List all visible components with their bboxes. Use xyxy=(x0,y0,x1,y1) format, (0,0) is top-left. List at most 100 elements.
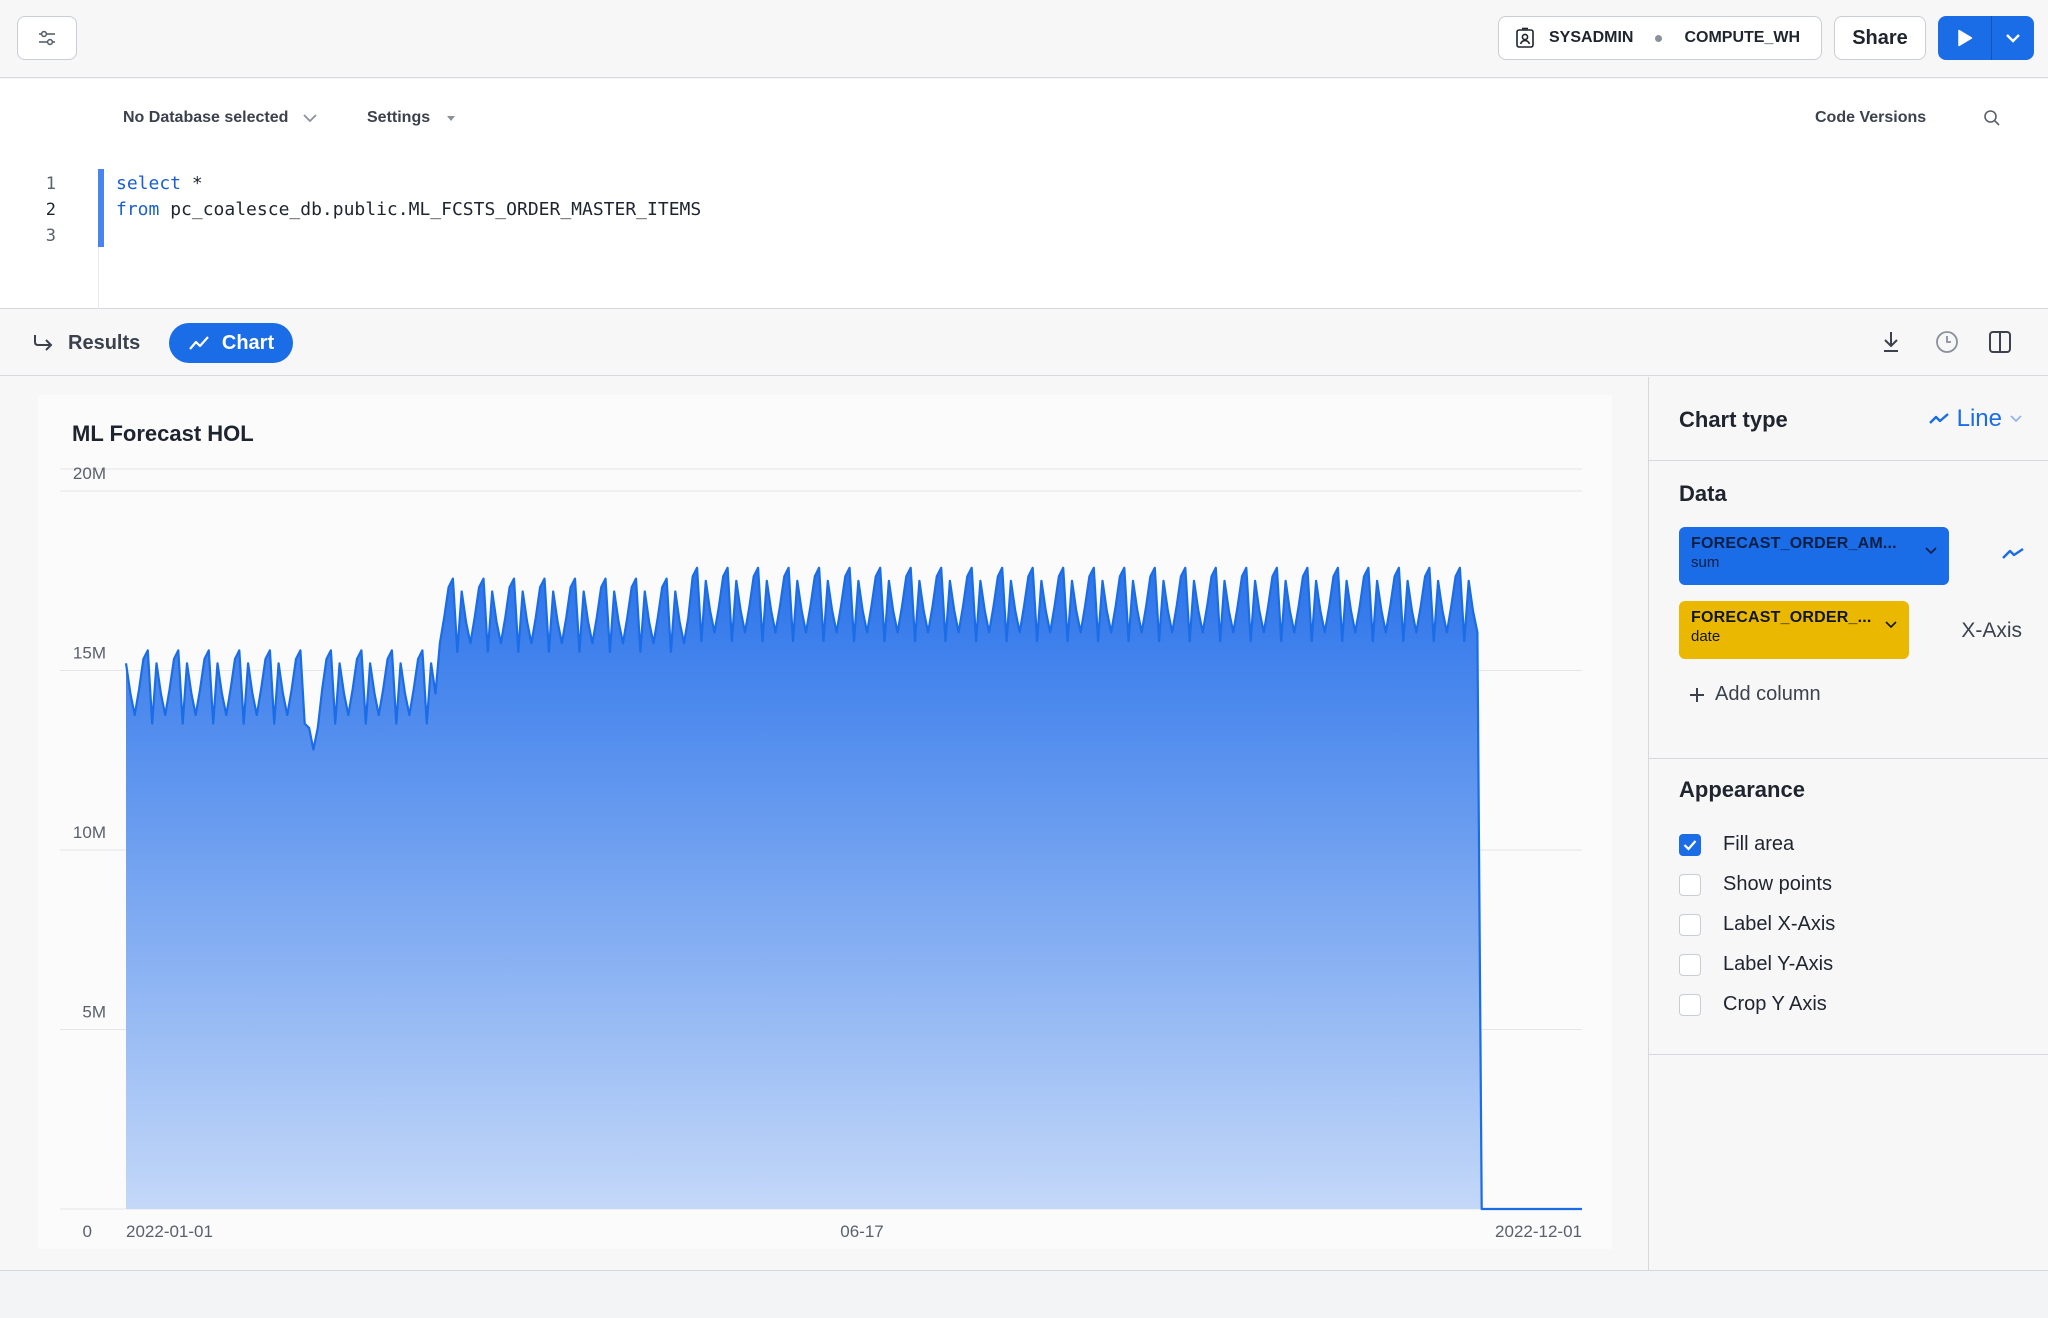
tab-chart[interactable]: Chart xyxy=(169,323,293,363)
chart-type-selector[interactable]: Line xyxy=(1928,405,2022,433)
x-column-aggregation: date xyxy=(1691,628,1721,645)
download-icon xyxy=(1884,332,1898,352)
code-lines[interactable]: select * from pc_coalesce_db.public.ML_F… xyxy=(116,171,701,249)
filter-button[interactable] xyxy=(17,16,77,60)
option-label-y-axis[interactable]: Label Y-Axis xyxy=(1679,953,1833,976)
chart-config-panel: Chart type Line Data FORECAST_ORDER_AM..… xyxy=(1648,377,2048,1270)
y-axis-series-type-button[interactable] xyxy=(2002,547,2024,566)
search-icon xyxy=(1984,110,2000,126)
option-show-points[interactable]: Show points xyxy=(1679,873,1832,896)
y-tick-label: 20M xyxy=(73,464,106,483)
line-chart-icon xyxy=(189,336,209,350)
crop-y-axis-checkbox[interactable] xyxy=(1679,993,1701,1016)
database-selector-label: No Database selected xyxy=(123,109,289,126)
plus-icon xyxy=(1690,687,1704,702)
option-label: Label X-Axis xyxy=(1723,913,1836,935)
run-options-dropdown[interactable] xyxy=(1992,16,2034,60)
data-section-divider xyxy=(1649,758,2048,759)
separator-dot xyxy=(1655,34,1663,42)
chart-card: ML Forecast HOL 0 5M 10M 15M 20M 2022-01-01 0… xyxy=(38,395,1612,1249)
series-area xyxy=(126,567,1582,1209)
tab-results-label: Results xyxy=(68,331,141,354)
chart-type-section: Chart type Line xyxy=(1649,377,2048,461)
y-tick-label: 0 xyxy=(83,1222,92,1241)
result-tabs-bar: Results Chart xyxy=(0,310,2048,376)
code-line-1: select * xyxy=(116,171,701,197)
statement-marker xyxy=(98,169,104,247)
chevron-down-icon xyxy=(303,114,318,123)
code-text: pc_coalesce_db.public.ML_FCSTS_ORDER_MAS… xyxy=(159,199,702,220)
editor-toolbar: No Database selected Settings Code Versi… xyxy=(0,79,2048,161)
code-text: * xyxy=(181,173,203,194)
line-number: 3 xyxy=(45,226,56,246)
label-y-axis-checkbox[interactable] xyxy=(1679,953,1701,976)
option-label: Crop Y Axis xyxy=(1723,993,1827,1015)
add-column-label: Add column xyxy=(1715,683,1821,705)
split-panel-icon xyxy=(1989,331,2011,353)
chart-type-heading: Chart type xyxy=(1679,407,1788,432)
option-fill-area[interactable]: Fill area xyxy=(1679,833,1794,856)
editor-search-button[interactable] xyxy=(1983,109,2001,132)
x-tick-label: 06-17 xyxy=(840,1222,883,1241)
line-number: 2 xyxy=(45,200,56,220)
toggle-panel-button[interactable] xyxy=(1988,330,2012,359)
x-tick-label: 2022-12-01 xyxy=(1495,1222,1582,1241)
clock-icon xyxy=(1936,331,1958,353)
x-column-pill[interactable]: FORECAST_ORDER_... date xyxy=(1679,601,1909,659)
run-button[interactable] xyxy=(1938,16,1992,60)
tab-results[interactable]: Results xyxy=(32,323,140,363)
add-column-button[interactable]: Add column xyxy=(1689,683,1821,706)
return-arrow-icon xyxy=(34,335,53,351)
chevron-down-icon xyxy=(2010,415,2022,423)
y-tick-label: 5M xyxy=(82,1003,106,1022)
caret-down-icon xyxy=(447,115,456,121)
appearance-section-divider xyxy=(1649,1054,2048,1055)
y-column-pill[interactable]: FORECAST_ORDER_AM... sum xyxy=(1679,527,1949,585)
line-number: 1 xyxy=(45,174,56,194)
chevron-down-icon xyxy=(1925,547,1937,555)
sql-editor[interactable]: No Database selected Settings Code Versi… xyxy=(0,79,2048,309)
download-button[interactable] xyxy=(1880,330,1902,359)
user-badge-icon xyxy=(1516,27,1534,48)
top-bar: SYSADMIN COMPUTE_WH Share xyxy=(0,0,2048,78)
label-x-axis-checkbox[interactable] xyxy=(1679,913,1701,936)
share-button[interactable]: Share xyxy=(1834,16,1926,60)
show-points-checkbox[interactable] xyxy=(1679,873,1701,896)
y-column-name: FORECAST_ORDER_AM... xyxy=(1691,535,1897,552)
status-footer xyxy=(0,1270,2048,1318)
y-tick-labels: 0 5M 10M 15M 20M xyxy=(73,464,106,1241)
y-column-aggregation: sum xyxy=(1691,554,1720,571)
y-tick-label: 10M xyxy=(73,823,106,842)
option-label-x-axis[interactable]: Label X-Axis xyxy=(1679,913,1835,936)
area-chart[interactable]: 0 5M 10M 15M 20M 2022-01-01 06-17 2022-12-01 xyxy=(38,395,1612,1249)
line-chart-icon xyxy=(2002,548,2024,559)
chart-type-value: Line xyxy=(1956,405,2002,432)
appearance-heading: Appearance xyxy=(1679,777,1805,802)
option-label: Show points xyxy=(1723,873,1832,895)
x-column-name: FORECAST_ORDER_... xyxy=(1691,609,1872,626)
x-tick-labels: 2022-01-01 06-17 2022-12-01 xyxy=(126,1222,1582,1241)
run-button-group xyxy=(1938,16,2034,60)
play-icon xyxy=(1957,29,1972,47)
option-crop-y-axis[interactable]: Crop Y Axis xyxy=(1679,993,1827,1016)
settings-label: Settings xyxy=(367,109,431,126)
x-axis-label: X-Axis xyxy=(1961,619,2022,642)
query-history-button[interactable] xyxy=(1935,330,1959,359)
line-chart-icon xyxy=(1928,413,1949,424)
option-label: Label Y-Axis xyxy=(1723,953,1834,975)
sql-keyword: from xyxy=(116,199,160,220)
data-heading: Data xyxy=(1679,481,1727,506)
fill-area-checkbox[interactable] xyxy=(1679,833,1701,856)
x-tick-label: 2022-01-01 xyxy=(126,1222,213,1241)
check-icon xyxy=(1683,839,1697,851)
chevron-down-icon xyxy=(2006,34,2020,43)
role-warehouse-selector[interactable]: SYSADMIN COMPUTE_WH xyxy=(1498,16,1822,60)
option-label: Fill area xyxy=(1723,833,1795,855)
warehouse-label: COMPUTE_WH xyxy=(1684,29,1801,46)
settings-dropdown[interactable]: Settings xyxy=(367,109,456,127)
code-versions-button[interactable]: Code Versions xyxy=(1815,109,1926,127)
line-number-gutter: 1 2 3 xyxy=(0,171,98,249)
database-selector[interactable]: No Database selected xyxy=(123,109,318,127)
code-indent-rail xyxy=(98,247,99,309)
